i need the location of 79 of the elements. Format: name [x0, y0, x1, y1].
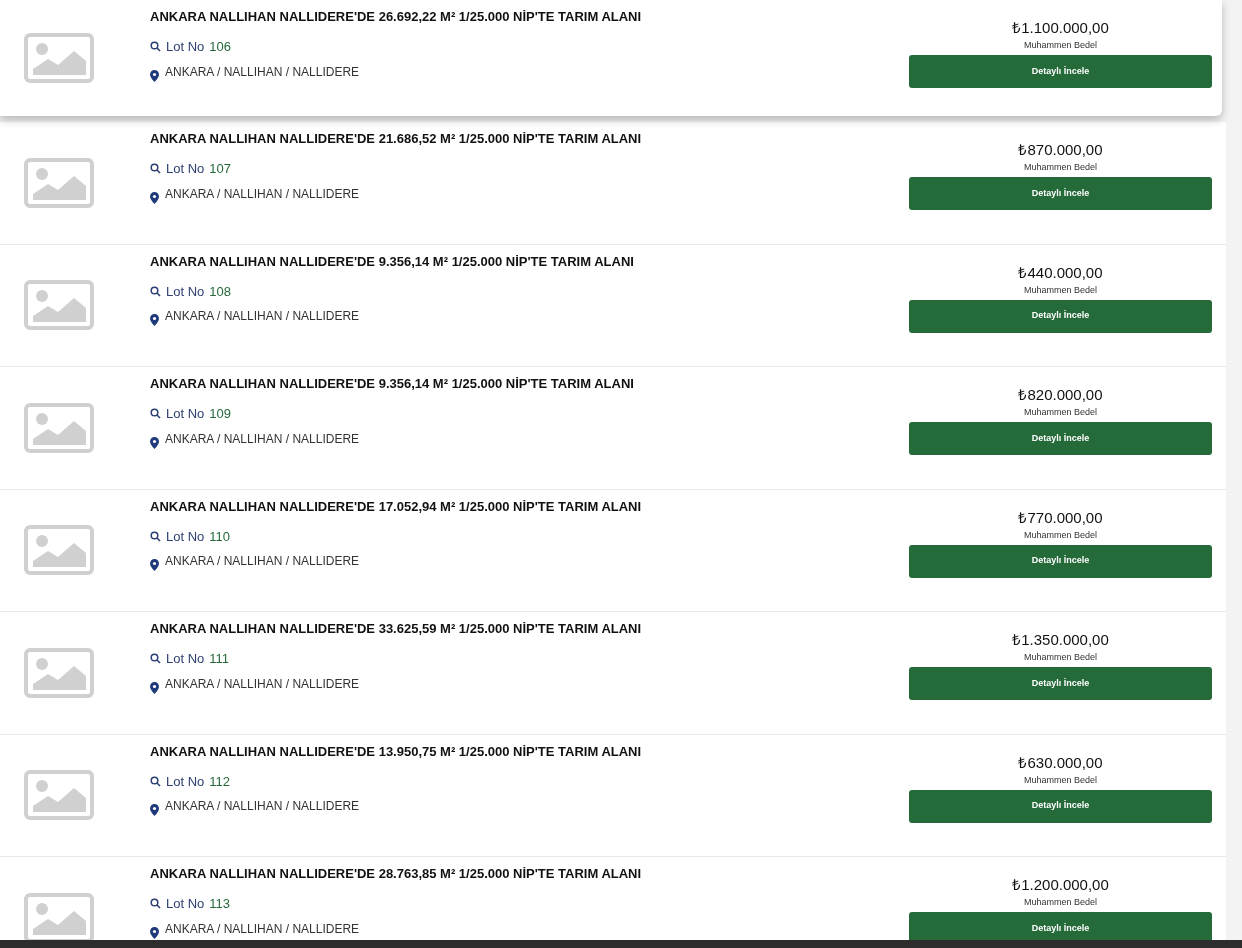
listing-title[interactable]: ANKARA NALLIHAN NALLIDERE'DE 33.625,59 M² 1/25.000 NİP'TE TARIM ALANI	[150, 621, 909, 637]
listing-title[interactable]: ANKARA NALLIHAN NALLIDERE'DE 13.950,75 M² 1/25.000 NİP'TE TARIM ALANI	[150, 743, 909, 760]
price: ₺630.000,00	[1018, 753, 1103, 772]
price-label: Muhammen Bedel	[1023, 774, 1097, 786]
search-icon	[150, 775, 161, 787]
location-pin-icon	[150, 436, 159, 449]
search-icon	[150, 41, 161, 53]
lot-label: Lot No	[166, 38, 205, 56]
price-label: Muhammen Bedel	[1023, 284, 1097, 296]
image-placeholder-icon	[24, 402, 94, 453]
location-text: ANKARA / NALLIHAN / NALLIDERE	[165, 921, 360, 936]
search-icon	[150, 530, 161, 542]
details-button[interactable]: Detaylı İncele	[909, 299, 1212, 333]
image-placeholder-icon	[24, 770, 94, 821]
price-label: Muhammen Bedel	[1023, 897, 1097, 908]
location-pin-icon	[150, 681, 159, 694]
location-pin-icon	[150, 804, 159, 816]
search-icon	[150, 653, 161, 665]
lot-number: 113	[209, 895, 231, 913]
price: ₺820.000,00	[1018, 386, 1103, 404]
price: ₺1.200.000,00	[1012, 876, 1109, 894]
details-button[interactable]: Detaylı İncele	[909, 912, 1212, 940]
location-pin-icon	[150, 69, 159, 82]
lot-number: 108	[209, 282, 231, 301]
image-placeholder-icon	[24, 33, 94, 83]
lot-label: Lot No	[166, 650, 205, 668]
price-label: Muhammen Bedel	[1023, 162, 1097, 173]
search-icon	[150, 163, 161, 175]
details-button[interactable]: Detaylı İncele	[909, 55, 1212, 88]
location-text: ANKARA / NALLIHAN / NALLIDERE	[165, 676, 360, 691]
location-pin-icon	[150, 314, 159, 326]
listing-title[interactable]: ANKARA NALLIHAN NALLIDERE'DE 26.692,22 M² 1/25.000 NİP'TE TARIM ALANI	[150, 9, 909, 25]
image-placeholder-icon	[24, 157, 94, 208]
location-pin-icon	[150, 191, 159, 204]
image-placeholder-icon	[24, 280, 94, 331]
location-text: ANKARA / NALLIHAN / NALLIDERE	[165, 64, 360, 79]
lot-number: 112	[209, 772, 231, 791]
listing-title[interactable]: ANKARA NALLIHAN NALLIDERE'DE 9.356,14 M² 1/25.000 NİP'TE TARIM ALANI	[150, 376, 909, 392]
price: ₺440.000,00	[1018, 263, 1103, 282]
search-icon	[150, 408, 161, 420]
listing-title[interactable]: ANKARA NALLIHAN NALLIDERE'DE 9.356,14 M² 1/25.000 NİP'TE TARIM ALANI	[150, 253, 909, 270]
lot-number: 109	[209, 405, 231, 423]
price-label: Muhammen Bedel	[1023, 529, 1097, 541]
location-text: ANKARA / NALLIHAN / NALLIDERE	[165, 186, 360, 201]
listing-title[interactable]: ANKARA NALLIHAN NALLIDERE'DE 21.686,52 M² 1/25.000 NİP'TE TARIM ALANI	[150, 131, 909, 147]
location-text: ANKARA / NALLIHAN / NALLIDERE	[165, 431, 360, 446]
details-button[interactable]: Detaylı İncele	[909, 177, 1212, 210]
image-placeholder-icon	[24, 647, 94, 698]
listing-title[interactable]: ANKARA NALLIHAN NALLIDERE'DE 17.052,94 M² 1/25.000 NİP'TE TARIM ALANI	[150, 498, 909, 515]
price-label: Muhammen Bedel	[1023, 652, 1097, 663]
lot-label: Lot No	[166, 772, 205, 791]
lot-label: Lot No	[166, 895, 205, 913]
details-button[interactable]: Detaylı İncele	[909, 422, 1212, 455]
price-label: Muhammen Bedel	[1023, 407, 1097, 418]
lot-number: 106	[209, 38, 231, 56]
location-text: ANKARA / NALLIHAN / NALLIDERE	[165, 799, 360, 813]
location-text: ANKARA / NALLIHAN / NALLIDERE	[165, 309, 360, 323]
details-button[interactable]: Detaylı İncele	[909, 544, 1212, 578]
price: ₺1.350.000,00	[1012, 631, 1109, 649]
search-icon	[150, 898, 161, 910]
lot-number: 107	[209, 160, 231, 178]
price-label: Muhammen Bedel	[1023, 40, 1097, 51]
location-pin-icon	[150, 559, 159, 571]
search-icon	[150, 285, 161, 297]
location-text: ANKARA / NALLIHAN / NALLIDERE	[165, 554, 360, 568]
image-placeholder-icon	[24, 892, 94, 940]
lot-label: Lot No	[166, 160, 205, 178]
lot-number: 110	[209, 527, 231, 546]
price: ₺870.000,00	[1018, 141, 1103, 159]
details-button[interactable]: Detaylı İncele	[909, 789, 1212, 823]
lot-label: Lot No	[166, 405, 205, 423]
lot-label: Lot No	[166, 527, 205, 546]
price: ₺1.100.000,00	[1012, 19, 1109, 37]
listing-title[interactable]: ANKARA NALLIHAN NALLIDERE'DE 28.763,85 M² 1/25.000 NİP'TE TARIM ALANI	[150, 866, 909, 882]
lot-number: 111	[209, 650, 230, 668]
details-button[interactable]: Detaylı İncele	[909, 667, 1212, 700]
lot-label: Lot No	[166, 282, 205, 301]
image-placeholder-icon	[24, 525, 94, 576]
price: ₺770.000,00	[1018, 508, 1103, 527]
